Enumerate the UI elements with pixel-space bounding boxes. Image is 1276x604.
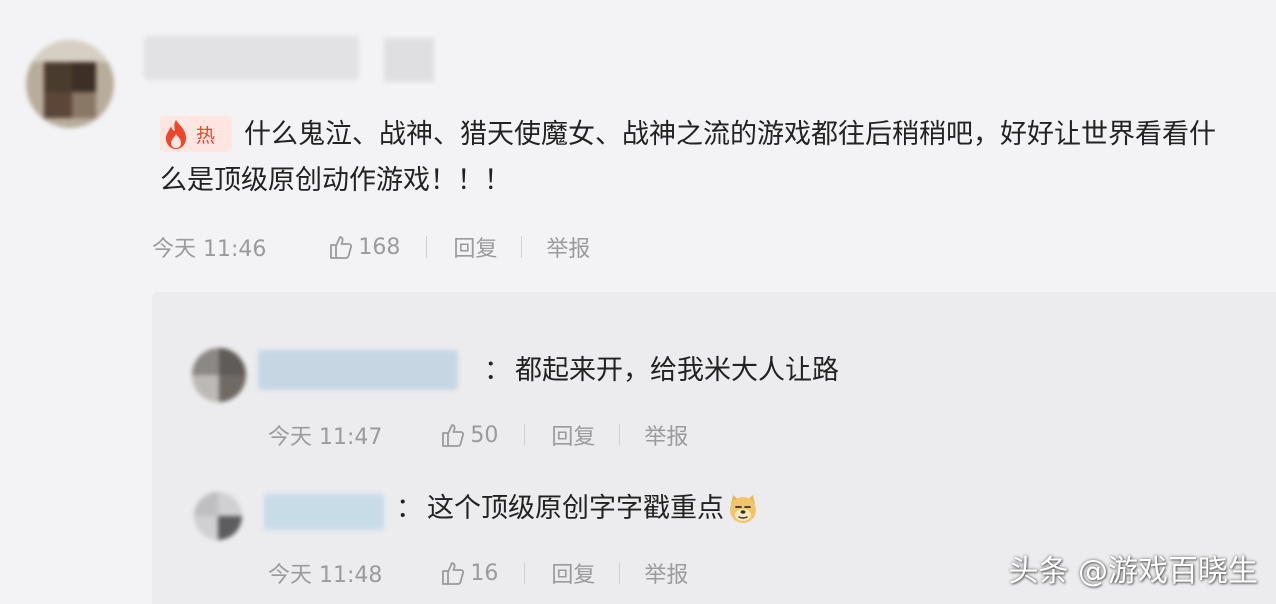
reply-button[interactable]: 回复: [453, 231, 497, 263]
reply-meta-bar: 今天 11:47 50 回复 举报: [268, 419, 688, 451]
like-button[interactable]: 50: [440, 422, 498, 448]
reply-avatar[interactable]: [194, 492, 242, 540]
divider: [619, 562, 621, 584]
thumbs-up-icon: [330, 236, 353, 259]
reply-button[interactable]: 回复: [551, 419, 595, 451]
like-button[interactable]: 16: [440, 560, 498, 586]
reply-text: 都起来开，给我米大人让路: [515, 355, 839, 386]
report-button[interactable]: 举报: [546, 231, 590, 263]
like-button[interactable]: 168: [328, 234, 400, 260]
reply-button[interactable]: 回复: [551, 557, 595, 589]
hot-badge-label: 热: [196, 124, 216, 147]
watermark: 头条 @游戏百晓生: [1008, 554, 1258, 589]
divider: [619, 424, 621, 446]
reply-colon: ：: [396, 493, 423, 524]
report-button[interactable]: 举报: [644, 557, 688, 589]
username-blurred[interactable]: [144, 36, 359, 80]
like-count: 50: [470, 422, 499, 448]
divider: [524, 424, 526, 446]
reply-meta-bar: 今天 11:48 16 回复 举报: [268, 557, 688, 589]
reply-time: 今天 11:47: [268, 425, 383, 450]
reply-time: 今天 11:48: [268, 563, 383, 588]
comment-text-line2: 么是顶级原创动作游戏！！！: [160, 165, 511, 196]
reply-avatar[interactable]: [192, 348, 246, 402]
comment-meta-bar: 今天 11:46 168 回复 举报: [152, 231, 590, 263]
flame-icon: [166, 120, 186, 149]
divider: [524, 562, 526, 584]
comment-time: 今天 11:46: [152, 237, 267, 262]
comment-text-line1: 什么鬼泣、战神、猎天使魔女、战神之流的游戏都往后稍稍吧，好好让世界看看什: [244, 119, 1216, 150]
like-count: 168: [358, 234, 401, 260]
divider: [426, 236, 428, 258]
user-badge-blurred: [384, 38, 434, 82]
reply-text-row: ：都起来开，给我米大人让路: [484, 352, 839, 390]
reply-text-row: ：这个顶级原创字字戳重点: [396, 490, 760, 528]
reply-colon: ：: [484, 355, 511, 386]
report-button[interactable]: 举报: [644, 419, 688, 451]
hot-badge: 热: [160, 116, 232, 152]
doge-emoji-icon: [730, 495, 756, 523]
reply-username-blurred[interactable]: [258, 350, 458, 390]
reply-username-blurred[interactable]: [264, 494, 384, 530]
thumbs-up-icon: [442, 562, 465, 585]
like-count: 16: [470, 560, 499, 586]
thumbs-up-icon: [442, 424, 465, 447]
reply-text: 这个顶级原创字字戳重点: [427, 493, 724, 524]
divider: [521, 236, 523, 258]
user-avatar[interactable]: [26, 40, 114, 128]
